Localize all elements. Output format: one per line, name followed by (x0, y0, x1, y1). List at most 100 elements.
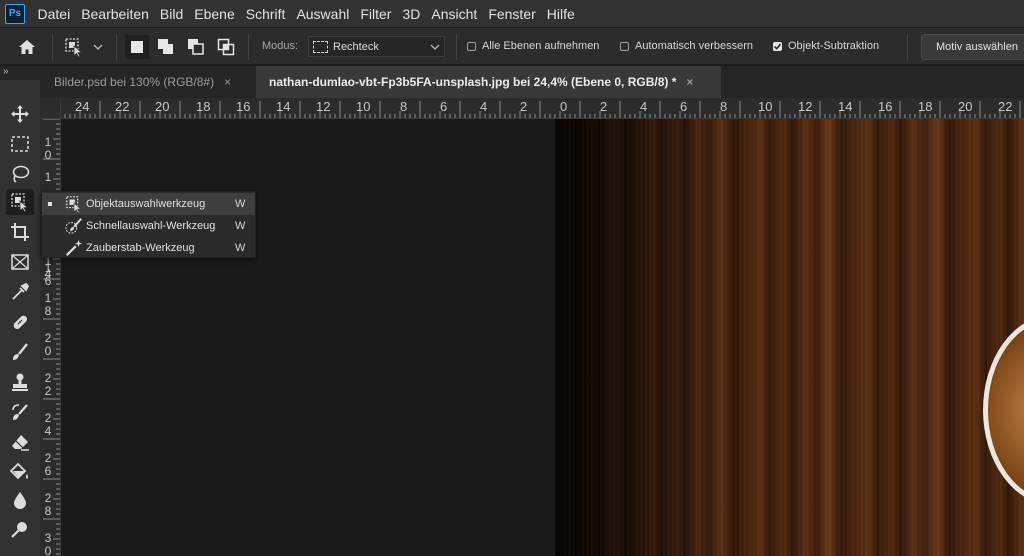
history-brush-icon (12, 404, 28, 420)
ruler-label: 10 (758, 99, 773, 114)
flyout-item-magic-wand[interactable]: Zauberstab-Werkzeug W (42, 237, 255, 259)
checkbox-auto-improve-label: Automatisch verbessern (635, 40, 753, 52)
ruler-label: 18 (918, 99, 933, 114)
flyout-item-object-selection[interactable]: Objektauswahlwerkzeug W (42, 193, 255, 215)
modus-select[interactable]: Rechteck (308, 36, 445, 57)
menu-filter[interactable]: Filter (355, 6, 397, 22)
home-icon (19, 40, 35, 54)
separator (52, 34, 53, 60)
menu-fenster[interactable]: Fenster (483, 6, 541, 22)
menu-schrift[interactable]: Schrift (240, 6, 291, 22)
tools-panel (0, 80, 40, 556)
selection-tools-flyout: Objektauswahlwerkzeug W Schnellauswahl-W… (41, 191, 256, 258)
home-button[interactable] (12, 34, 42, 60)
chevron-down-icon (93, 44, 103, 50)
new-selection-button[interactable] (125, 35, 149, 59)
ruler-label: 22 (115, 99, 130, 114)
ruler-origin[interactable] (40, 98, 61, 119)
frame-icon (11, 254, 29, 270)
checkbox-all-layers[interactable]: Alle Ebenen aufnehmen (467, 40, 599, 52)
ruler-label: 12 (798, 99, 813, 114)
rectangular-marquee-tool[interactable] (6, 131, 34, 157)
crop-icon (11, 223, 29, 241)
flyout-item-label: Objektauswahlwerkzeug (86, 198, 206, 210)
ruler-label: 10 (356, 99, 371, 114)
menu-bild[interactable]: Bild (154, 6, 188, 22)
brush-tool[interactable] (6, 339, 34, 365)
crop-tool[interactable] (6, 219, 34, 245)
eraser-tool[interactable] (6, 429, 34, 455)
checkbox-box[interactable] (620, 41, 629, 51)
ruler-label: 24 (75, 99, 90, 114)
select-subject-button[interactable]: Motiv auswählen (921, 34, 1024, 60)
ruler-label: 2 8 (44, 491, 52, 518)
eyedropper-tool[interactable] (6, 279, 34, 305)
quick-selection-icon (64, 217, 84, 235)
ruler-label: 3 0 (44, 531, 52, 556)
ruler-label: 0 (560, 99, 568, 114)
blur-tool[interactable] (6, 487, 34, 513)
ruler-label: 6 (680, 99, 688, 114)
bullet-placeholder (48, 224, 52, 228)
menu-3d[interactable]: 3D (397, 6, 426, 22)
ruler-label: 2 4 (44, 411, 52, 438)
checkbox-box[interactable] (467, 41, 476, 51)
subtract-from-selection-button[interactable] (184, 35, 208, 59)
menu-datei[interactable]: Datei (32, 6, 76, 22)
healing-brush-tool[interactable] (6, 309, 34, 335)
menu-ansicht[interactable]: Ansicht (426, 6, 483, 22)
flyout-item-label: Schnellauswahl-Werkzeug (86, 220, 216, 232)
wood-grain-texture (555, 119, 1024, 556)
document-canvas[interactable] (61, 119, 1024, 556)
close-icon[interactable]: × (686, 75, 693, 89)
close-icon[interactable]: × (224, 75, 231, 89)
ruler-label: 14 (276, 99, 291, 114)
chevron-down-icon (430, 44, 440, 50)
intersect-selection-button[interactable] (214, 35, 238, 59)
object-selection-tool[interactable] (6, 189, 34, 215)
modus-label: Modus: (262, 40, 299, 52)
eyedropper-icon (12, 282, 30, 300)
move-icon (11, 105, 29, 123)
ruler-ticks (59, 101, 1021, 118)
frame-tool[interactable] (6, 249, 34, 275)
shortcut-key: W (235, 242, 246, 254)
ruler-label: 2 2 (44, 371, 52, 398)
paint-bucket-tool[interactable] (6, 459, 34, 485)
bullet-placeholder (48, 246, 52, 250)
history-brush-tool[interactable] (6, 399, 34, 425)
menu-auswahl[interactable]: Auswahl (291, 6, 355, 22)
tab-bilder-psd[interactable]: Bilder.psd bei 130% (RGB/8#) × (40, 66, 256, 98)
menu-ebene[interactable]: Ebene (189, 6, 240, 22)
move-tool[interactable] (6, 101, 34, 127)
ruler-label: 20 (958, 99, 973, 114)
menu-hilfe[interactable]: Hilfe (541, 6, 580, 22)
add-to-selection-button[interactable] (154, 35, 178, 59)
ruler-label: 2 0 (44, 331, 52, 358)
checkbox-auto-improve[interactable]: Automatisch verbessern (620, 40, 753, 52)
paint-bucket-icon (10, 462, 28, 480)
tab-nathan-dumlao-jpg[interactable]: nathan-dumlao-vbt-Fp3b5FA-unsplash.jpg b… (256, 66, 721, 98)
checkbox-object-subtraction[interactable]: Objekt-Subtraktion (773, 40, 879, 52)
ruler-label: 4 (480, 99, 488, 114)
ruler-label: 2 6 (44, 451, 52, 478)
eraser-icon (12, 435, 29, 451)
menu-bearbeiten[interactable]: Bearbeiten (76, 6, 155, 22)
selected-bullet (48, 202, 52, 206)
lasso-tool[interactable] (6, 161, 34, 187)
separator (907, 34, 908, 60)
dodge-tool[interactable] (6, 517, 34, 543)
vertical-ruler: 1 0 1 1 4 1 6 1 8 2 0 2 2 2 4 2 6 2 8 3 … (40, 119, 61, 556)
ruler-label: 8 (720, 99, 728, 114)
ruler-label: 14 (838, 99, 853, 114)
add-selection-icon (158, 39, 173, 54)
ruler-label: 18 (196, 99, 211, 114)
new-selection-icon (131, 41, 143, 53)
collapse-panels-button[interactable]: » (0, 66, 40, 80)
flyout-item-quick-selection[interactable]: Schnellauswahl-Werkzeug W (42, 215, 255, 237)
clone-stamp-tool[interactable] (6, 369, 34, 395)
menu-bar: Ps Datei Bearbeiten Bild Ebene Schrift A… (0, 0, 1024, 27)
wood-table-photo[interactable] (555, 119, 1024, 556)
tool-preset-picker[interactable] (64, 34, 108, 60)
checkbox-box-checked[interactable] (773, 41, 782, 51)
